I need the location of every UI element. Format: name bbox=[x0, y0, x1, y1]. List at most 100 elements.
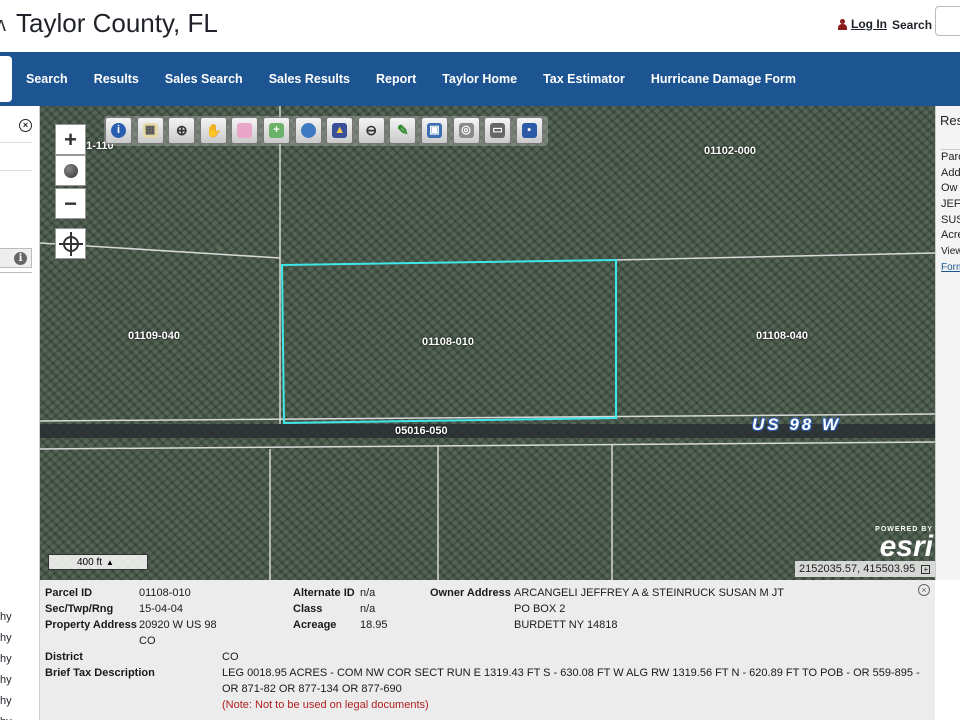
globe-icon bbox=[300, 123, 316, 138]
left-link-fragment[interactable]: hy bbox=[0, 652, 12, 673]
map-toolbar: i ▦ ⊕ ✋ + ▲ ⊖ ✎ ▣ ◎ ▭ ▪ bbox=[104, 116, 549, 146]
zoom-in-tool-icon: ⊕ bbox=[175, 122, 188, 138]
zoom-out-tool-button[interactable]: ⊖ bbox=[357, 117, 385, 144]
parcel-label: 01102-000 bbox=[704, 145, 756, 157]
result-field: SUS bbox=[941, 213, 960, 226]
expand-icon[interactable]: + bbox=[921, 565, 931, 574]
nav-item-search[interactable]: Search bbox=[26, 72, 68, 86]
tax-description-label: Brief Tax Description bbox=[45, 667, 155, 679]
parcel-id-value: 01108-010 bbox=[139, 587, 191, 599]
search-input[interactable] bbox=[935, 6, 960, 36]
identify-layers-button[interactable]: ◎ bbox=[452, 117, 480, 144]
export-map-icon: ▣ bbox=[426, 123, 442, 138]
owner-address-line2: BURDETT NY 14818 bbox=[514, 619, 618, 631]
nav-item-report[interactable]: Report bbox=[376, 72, 416, 86]
measure-icon: ▲ bbox=[332, 123, 348, 138]
zoom-in-button[interactable]: + bbox=[55, 124, 86, 155]
esri-logo: esri bbox=[879, 530, 933, 563]
nav-item-sales-results[interactable]: Sales Results bbox=[269, 72, 350, 86]
left-link-fragment[interactable]: hy bbox=[0, 610, 12, 631]
divider bbox=[0, 170, 32, 171]
login-label: Log In bbox=[851, 17, 887, 31]
globe-icon bbox=[63, 163, 78, 178]
parcel-label: 05016-050 bbox=[395, 425, 448, 437]
sec-twp-rng-value: 15-04-04 bbox=[139, 603, 184, 615]
info-icon: i bbox=[111, 123, 126, 138]
left-link-fragment[interactable]: hy bbox=[0, 694, 12, 715]
header: ʌ Taylor County, FL Log In Search bbox=[0, 0, 960, 52]
plus-icon: + bbox=[64, 126, 77, 152]
result-view-link[interactable]: View bbox=[941, 244, 960, 260]
select-parcel-icon: ▦ bbox=[142, 123, 158, 138]
eraser-icon bbox=[237, 123, 253, 138]
owner-address-line1: PO BOX 2 bbox=[514, 603, 566, 615]
owner-address-label: Owner Address bbox=[430, 587, 511, 599]
nav-item-sales-search[interactable]: Sales Search bbox=[165, 72, 243, 86]
parcel-label-selected: 01108-010 bbox=[422, 336, 474, 348]
alternate-id-label: Alternate ID bbox=[293, 587, 355, 599]
scale-bar: 400 ft ▲ bbox=[48, 554, 148, 570]
esri-attribution: POWERED BY esri bbox=[875, 526, 933, 563]
layer-info-row[interactable]: i bbox=[0, 248, 32, 268]
nav-item-hurricane-damage-form[interactable]: Hurricane Damage Form bbox=[651, 72, 796, 86]
divider bbox=[0, 272, 32, 273]
nav-item-tax-estimator[interactable]: Tax Estimator bbox=[543, 72, 625, 86]
highway-label: US 98 W bbox=[752, 415, 842, 434]
identify-layers-icon: ◎ bbox=[458, 123, 474, 138]
nav-item-taylor-home[interactable]: Taylor Home bbox=[442, 72, 517, 86]
print-icon: ▭ bbox=[490, 123, 506, 138]
nav-home-button[interactable] bbox=[0, 56, 12, 102]
property-address-label: Property Address bbox=[45, 619, 137, 631]
left-link-fragment[interactable]: hy bbox=[0, 715, 12, 720]
erase-tool-button[interactable] bbox=[231, 117, 259, 144]
acreage-label: Acreage bbox=[293, 619, 337, 631]
nav-item-results[interactable]: Results bbox=[94, 72, 139, 86]
left-link-fragment[interactable]: hy bbox=[0, 673, 12, 694]
results-panel-title: Res bbox=[940, 113, 960, 128]
parcel-label: 01108-040 bbox=[756, 330, 808, 342]
save-button[interactable]: ▪ bbox=[515, 117, 543, 144]
draw-tool-button[interactable]: ✎ bbox=[389, 117, 417, 144]
class-label: Class bbox=[293, 603, 323, 615]
close-icon[interactable]: × bbox=[19, 119, 32, 132]
parcel-info-panel: × Parcel ID 01108-010 Sec/Twp/Rng 15-04-… bbox=[40, 580, 935, 720]
zoom-out-button[interactable]: − bbox=[55, 188, 86, 219]
login-link[interactable]: Log In bbox=[838, 17, 887, 31]
property-address-line1: 20920 W US 98 bbox=[139, 619, 217, 631]
add-select-tool-button[interactable]: + bbox=[262, 117, 290, 144]
district-value: CO bbox=[222, 651, 239, 663]
minus-icon: − bbox=[64, 190, 77, 216]
measure-tool-button[interactable]: ▲ bbox=[326, 117, 354, 144]
info-tool-button[interactable]: i bbox=[105, 117, 132, 144]
locate-button[interactable] bbox=[55, 228, 86, 259]
basemap-button[interactable] bbox=[55, 155, 86, 186]
scale-label: 400 ft bbox=[77, 556, 103, 568]
left-link-fragment[interactable]: hy bbox=[0, 631, 12, 652]
district-label: District bbox=[45, 651, 83, 663]
sec-twp-rng-label: Sec/Twp/Rng bbox=[45, 603, 114, 615]
search-label: Search bbox=[892, 18, 933, 32]
divider bbox=[0, 142, 32, 143]
scale-arrow-icon: ▲ bbox=[106, 557, 114, 567]
result-field: Acre bbox=[941, 229, 960, 242]
globe-tool-button[interactable] bbox=[294, 117, 322, 144]
owner-name: ARCANGELI JEFFREY A & STEINRUCK SUSAN M … bbox=[514, 587, 784, 599]
result-field: Ow bbox=[941, 182, 958, 195]
print-button[interactable]: ▭ bbox=[484, 117, 512, 144]
select-parcel-button[interactable]: ▦ bbox=[136, 117, 164, 144]
close-icon[interactable]: × bbox=[918, 584, 930, 596]
export-map-button[interactable]: ▣ bbox=[420, 117, 448, 144]
zoom-in-tool-button[interactable]: ⊕ bbox=[168, 117, 196, 144]
map-view[interactable]: 01-110 01102-000 01109-040 01108-010 011… bbox=[40, 106, 935, 580]
result-form-link[interactable]: Form bbox=[941, 260, 960, 276]
acreage-value: 18.95 bbox=[360, 619, 388, 631]
parcel-id-label: Parcel ID bbox=[45, 587, 93, 599]
parcel-overlay bbox=[40, 106, 935, 580]
crosshair-icon bbox=[58, 231, 83, 256]
coordinate-readout: 2152035.57, 415503.95 + bbox=[795, 561, 935, 577]
tax-description-line1: LEG 0018.95 ACRES - COM NW COR SECT RUN … bbox=[222, 667, 920, 679]
user-icon bbox=[838, 18, 847, 30]
site-title: Taylor County, FL bbox=[16, 8, 218, 38]
pan-tool-button[interactable]: ✋ bbox=[199, 117, 227, 144]
info-icon[interactable]: i bbox=[14, 252, 27, 265]
